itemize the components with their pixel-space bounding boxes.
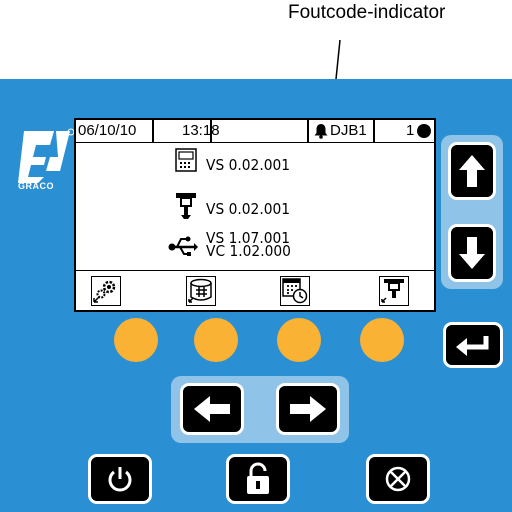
up-arrow-icon — [459, 155, 485, 187]
spray-gun-icon — [176, 193, 196, 219]
stop-icon — [385, 466, 411, 492]
softkey-button-3[interactable] — [277, 318, 321, 362]
display-module-icon — [175, 148, 197, 172]
left-arrow-icon — [194, 396, 230, 422]
power-button[interactable] — [88, 454, 152, 504]
down-arrow-icon — [459, 237, 485, 269]
brand-name: GRACO — [18, 181, 54, 191]
error-indicator-callout: Foutcode-indicator — [288, 2, 446, 23]
softkey-button-1[interactable] — [114, 318, 158, 362]
softkey-bar — [76, 270, 434, 311]
status-date: 06/10/10 — [78, 122, 137, 139]
status-bar: 06/10/10 13:18 DJB1 1 — [76, 120, 434, 143]
softkey-settings[interactable] — [91, 276, 121, 306]
usb-icon — [168, 236, 198, 256]
display-version: VS 0.02.001 — [206, 156, 291, 174]
enter-icon — [456, 336, 489, 356]
softkey-button-4[interactable] — [360, 318, 404, 362]
softkey-button-2[interactable] — [194, 318, 238, 362]
counter-icon — [188, 278, 212, 303]
unlock-icon — [247, 462, 269, 494]
calendar-clock-icon — [282, 278, 308, 304]
status-time: 13:18 — [182, 122, 220, 139]
usb-vc-version: VC 1.02.000 — [206, 242, 291, 260]
left-arrow-button[interactable] — [180, 383, 244, 435]
gun-icon — [381, 279, 404, 303]
alarm-bell-icon — [314, 124, 328, 139]
right-arrow-icon — [290, 396, 326, 422]
softkey-calendar-clock[interactable] — [280, 276, 310, 306]
status-unit: 1 — [406, 122, 415, 139]
softkey-gun[interactable] — [379, 276, 409, 306]
up-arrow-button[interactable] — [448, 142, 496, 200]
enter-button[interactable] — [443, 322, 503, 368]
error-code: DJB1 — [330, 122, 367, 139]
unlock-button[interactable] — [226, 454, 290, 504]
status-dot-icon — [417, 124, 431, 138]
softkey-counter[interactable] — [186, 276, 216, 306]
power-icon — [108, 467, 132, 492]
sprayer-version: VS 0.02.001 — [206, 200, 291, 218]
graco-logo-icon — [18, 128, 75, 183]
stop-button[interactable] — [366, 454, 430, 504]
settings-icon — [93, 280, 116, 303]
right-arrow-button[interactable] — [276, 383, 340, 435]
down-arrow-button[interactable] — [448, 224, 496, 282]
lcd-screen: 06/10/10 13:18 DJB1 1 VS 0.02.001 VS 0.0… — [74, 118, 436, 312]
